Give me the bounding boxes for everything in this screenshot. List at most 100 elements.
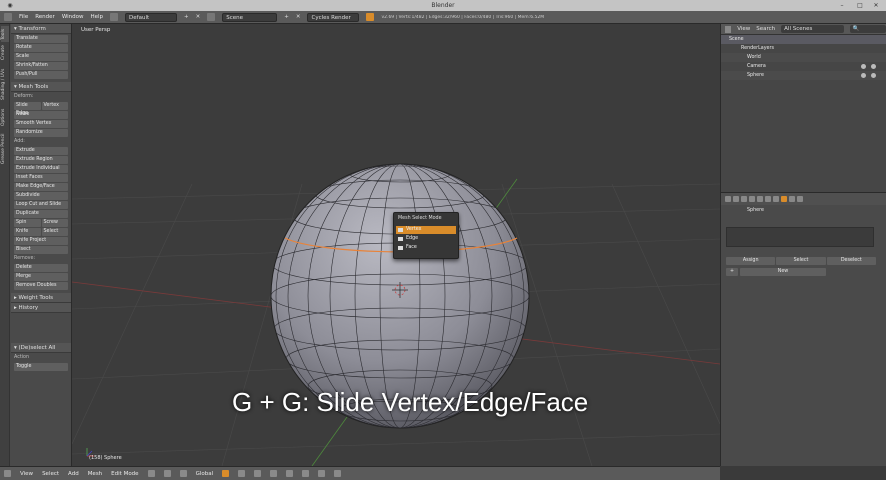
tab-tools[interactable]: Tools <box>1 26 9 42</box>
tab-options[interactable]: Options <box>1 106 9 128</box>
outliner-row-scene[interactable]: Scene <box>721 35 886 44</box>
limit-selection-icon[interactable] <box>270 470 278 477</box>
smooth-vertex-button[interactable]: Smooth Vertex <box>14 120 68 128</box>
layout-selector[interactable]: Default <box>125 12 178 22</box>
select-mode-edge[interactable]: Edge <box>396 235 456 243</box>
modifiers-tab-icon[interactable] <box>773 196 779 202</box>
duplicate-button[interactable]: Duplicate <box>14 210 68 218</box>
layout-icon[interactable] <box>110 13 119 21</box>
menu-help[interactable]: Help <box>91 14 104 20</box>
close-button[interactable]: ✕ <box>868 0 884 11</box>
outliner-row-renderlayers[interactable]: RenderLayers <box>721 44 886 53</box>
tab-create[interactable]: Create <box>1 44 9 62</box>
selectable-cursor-icon[interactable] <box>871 64 876 69</box>
extrude-region-button[interactable]: Extrude Region <box>14 156 68 164</box>
outliner-display-mode[interactable]: All Scenes <box>781 25 844 33</box>
pivot-point-icon[interactable] <box>163 470 171 477</box>
vertex-groups-list[interactable] <box>726 227 874 247</box>
vertex-select-icon[interactable] <box>222 470 230 477</box>
render-tab-icon[interactable] <box>725 196 731 202</box>
outliner-editor-icon[interactable] <box>725 25 732 33</box>
screw-button[interactable]: Screw <box>41 219 68 227</box>
slide-edge-button[interactable]: Slide Edge <box>14 102 41 116</box>
knife-button[interactable]: Knife <box>14 228 41 236</box>
deselect-button[interactable]: Deselect <box>826 257 876 265</box>
texture-tab-icon[interactable] <box>797 196 803 202</box>
object-tab-icon[interactable] <box>757 196 763 202</box>
opengl-render-icon[interactable] <box>334 470 342 477</box>
scene-tab-icon[interactable] <box>741 196 747 202</box>
tab-grease-pencil[interactable]: Grease Pencil <box>1 130 9 168</box>
make-edge-face-button[interactable]: Make Edge/Face <box>14 183 68 191</box>
outliner-search-input[interactable]: 🔍 <box>849 25 886 33</box>
add-slot-button[interactable]: + <box>726 268 738 276</box>
material-tab-icon[interactable] <box>789 196 795 202</box>
render-layers-tab-icon[interactable] <box>733 196 739 202</box>
transform-panel-header[interactable]: ▾ Transform <box>11 24 71 34</box>
spin-button[interactable]: Spin <box>14 219 41 227</box>
outliner-row-sphere[interactable]: Sphere <box>721 71 886 80</box>
outliner-row-camera[interactable]: Camera <box>721 62 886 71</box>
menu-view[interactable]: View <box>20 471 33 477</box>
editor-type-icon[interactable] <box>4 13 12 21</box>
add-scene-button[interactable]: + <box>284 14 289 20</box>
menu-select[interactable]: Select <box>42 471 59 477</box>
scene-selector[interactable]: Scene <box>222 12 278 22</box>
rotate-button[interactable]: Rotate <box>14 44 68 52</box>
delete-button[interactable]: Delete <box>14 264 68 272</box>
menu-window[interactable]: Window <box>62 14 84 20</box>
add-layout-button[interactable]: + <box>184 14 189 20</box>
select-button[interactable]: Select <box>776 257 826 265</box>
shrink-fatten-button[interactable]: Shrink/Fatten <box>14 62 68 70</box>
operator-panel-header[interactable]: ▾ (De)select All <box>11 343 71 353</box>
maximize-button[interactable]: □ <box>852 0 868 11</box>
outliner-search-menu[interactable]: Search <box>756 26 775 32</box>
history-panel-header[interactable]: ▸ History <box>11 303 71 313</box>
menu-add[interactable]: Add <box>68 471 79 477</box>
selectable-cursor-icon[interactable] <box>871 73 876 78</box>
subdivide-button[interactable]: Subdivide <box>14 192 68 200</box>
inset-faces-button[interactable]: Inset Faces <box>14 174 68 182</box>
weight-tools-panel-header[interactable]: ▸ Weight Tools <box>11 293 71 303</box>
remove-doubles-button[interactable]: Remove Doubles <box>14 282 68 290</box>
knife-select-button[interactable]: Select <box>41 228 68 236</box>
assign-button[interactable]: Assign <box>726 257 776 265</box>
editor-type-icon[interactable] <box>4 470 11 477</box>
randomize-button[interactable]: Randomize <box>14 129 68 137</box>
remove-scene-button[interactable]: ✕ <box>296 14 301 20</box>
new-button[interactable]: New <box>740 268 826 276</box>
noise-button[interactable]: Noise <box>14 111 68 119</box>
edge-select-icon[interactable] <box>238 470 246 477</box>
tab-shading-uvs[interactable]: Shading / UVs <box>1 64 9 104</box>
extrude-individual-button[interactable]: Extrude Individual <box>14 165 68 173</box>
3d-viewport[interactable]: User Persp (158) Sphere G + G: Slide Ver… <box>72 24 720 466</box>
menu-file[interactable]: File <box>19 14 28 20</box>
menu-mesh[interactable]: Mesh <box>88 471 102 477</box>
mode-selector[interactable]: Edit Mode <box>111 471 138 477</box>
proportional-edit-icon[interactable] <box>286 470 294 477</box>
knife-project-button[interactable]: Knife Project <box>14 237 68 245</box>
constraints-tab-icon[interactable] <box>765 196 771 202</box>
menu-render[interactable]: Render <box>35 14 55 20</box>
push-pull-button[interactable]: Push/Pull <box>14 71 68 79</box>
outliner-row-world[interactable]: World <box>721 53 886 62</box>
bisect-button[interactable]: Bisect <box>14 246 68 254</box>
visibility-eye-icon[interactable] <box>861 73 866 78</box>
merge-button[interactable]: Merge <box>14 273 68 281</box>
world-tab-icon[interactable] <box>749 196 755 202</box>
mesh-tools-panel-header[interactable]: ▾ Mesh Tools <box>11 82 71 92</box>
render-engine-selector[interactable]: Cycles Render <box>307 12 360 22</box>
visibility-eye-icon[interactable] <box>861 64 866 69</box>
snap-target-icon[interactable] <box>318 470 326 477</box>
data-tab-icon[interactable] <box>781 196 787 202</box>
face-select-icon[interactable] <box>254 470 262 477</box>
select-mode-face[interactable]: Face <box>396 244 456 252</box>
action-dropdown[interactable]: Toggle <box>14 363 68 371</box>
snap-icon[interactable] <box>302 470 310 477</box>
minimize-button[interactable]: – <box>834 0 850 11</box>
outliner-view-menu[interactable]: View <box>737 26 750 32</box>
remove-layout-button[interactable]: ✕ <box>196 14 201 20</box>
viewport-shading-icon[interactable] <box>147 470 155 477</box>
extrude-button[interactable]: Extrude <box>14 147 68 155</box>
scene-icon[interactable] <box>207 13 216 21</box>
